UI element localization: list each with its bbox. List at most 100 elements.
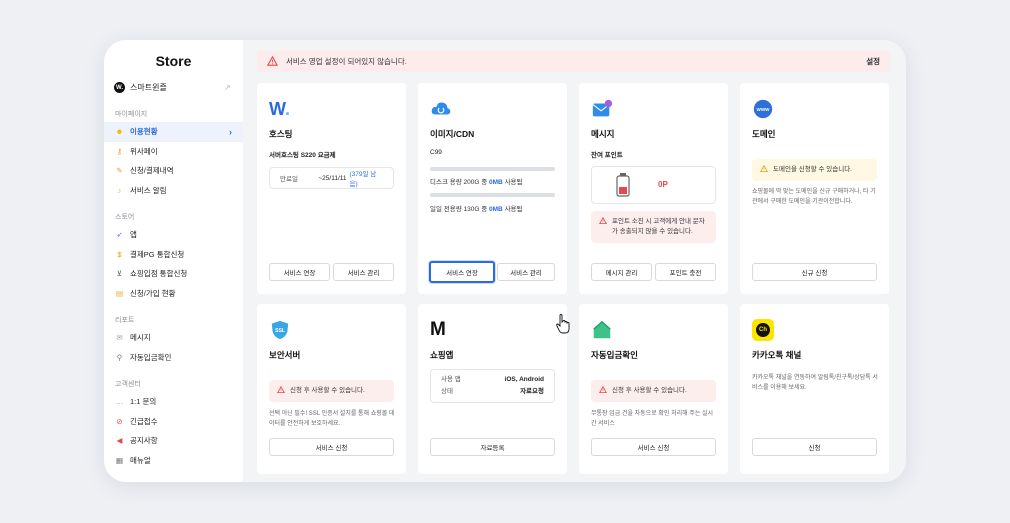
sidebar-item-urgent[interactable]: ⊘ 긴급접수 — [104, 412, 243, 432]
note-icon: ✎ — [116, 166, 123, 176]
disk-suffix: 사용됨 — [504, 179, 523, 186]
deposit-warning: 신청 후 사용할 수 있습니다. — [591, 380, 716, 402]
sidebar-item-label: 서비스 알림 — [130, 185, 167, 195]
charge-points-button[interactable]: 포인트 충전 — [655, 263, 716, 281]
apply-service-button[interactable]: 서비스 신청 — [269, 438, 394, 456]
envelope-icon: ✉ — [116, 333, 123, 343]
notice-text: 도메인을 신청할 수 있습니다. — [773, 166, 852, 173]
traffic-prefix: 일일 전용량 130G 중 — [430, 206, 488, 213]
traffic-suffix: 사용됨 — [504, 206, 523, 213]
house-icon — [593, 320, 611, 339]
warning-icon — [599, 217, 607, 225]
row-value: 자료요청 — [520, 388, 544, 395]
points-value: 0P — [658, 180, 668, 189]
card-title: 메시지 — [591, 129, 615, 139]
apply-button[interactable]: 신청 — [752, 438, 877, 456]
prohibited-icon: ⊘ — [116, 416, 123, 426]
disk-prefix: 디스크 용량 200G 중 — [430, 179, 488, 186]
points-warning: 포인트 소진 시 고객에게 안내 문자가 송출되지 않을 수 있습니다. — [591, 211, 716, 243]
sidebar-item-label: 신청/결제내역 — [130, 166, 174, 176]
traffic-usage-text: 일일 전용량 130G 중 0MB 사용됨 — [430, 203, 523, 213]
card-title: 자동입금확인 — [591, 350, 638, 360]
deposit-description: 무통장 입금 건을 자동으로 확인 처리해 주는 실시간 서비스 — [591, 411, 714, 427]
extend-service-button[interactable]: 서비스 연장 — [269, 263, 330, 281]
moneybag-icon: $ — [117, 249, 122, 259]
points-box: 0P — [591, 166, 716, 204]
sidebar-item-shopping[interactable]: ⊻ 쇼핑입점 통합신청 — [104, 264, 243, 284]
sidebar-item-manual[interactable]: ▦ 매뉴얼 — [104, 451, 243, 471]
card-ssl: SSL 보안서버 신청 후 사용할 수 있습니다. 선택 아닌 필수! SSL … — [257, 304, 406, 474]
manage-service-button[interactable]: 서비스 관리 — [333, 263, 394, 281]
card-title: 카카오톡 채널 — [752, 350, 802, 360]
card-hosting: W. 호스팅 서버호스팅 S220 요금제 만료일 ~25/11/11 (379… — [257, 83, 406, 294]
ssl-description: 선택 아닌 필수! SSL 인증서 설치를 통해 쇼핑몰 데이터를 안전하게 보… — [269, 411, 395, 427]
warning-icon — [267, 55, 278, 66]
magnifier-icon: ⚲ — [116, 352, 123, 362]
kakao-channel-icon: Ch — [752, 319, 774, 341]
sidebar-item-usage[interactable]: ☻ 이용현황 › — [104, 122, 243, 142]
sidebar-item-inquiry[interactable]: … 1:1 문의 — [104, 392, 243, 412]
sidebar-item-label: 자동입금확인 — [130, 352, 172, 362]
manage-service-button[interactable]: 서비스 관리 — [497, 263, 555, 281]
apply-service-button[interactable]: 서비스 신청 — [591, 438, 716, 456]
new-domain-button[interactable]: 신규 신청 — [752, 263, 877, 281]
sidebar-item-deposit[interactable]: ⚲ 자동입금확인 — [104, 348, 243, 368]
sidebar-item-label: 1:1 문의 — [130, 397, 157, 407]
register-data-button[interactable]: 자료등록 — [430, 438, 555, 456]
sidebar-item-message[interactable]: ✉ 메시지 — [104, 328, 243, 348]
card-domain: WWW 도메인 도메인을 신청할 수 있습니다. 쇼핑몰에 딱 맞는 도메인을 … — [740, 83, 889, 294]
book-icon: ▦ — [115, 455, 124, 465]
sidebar-item-label: 공지사항 — [130, 436, 158, 446]
sidebar-item-notifications[interactable]: ♪ 서비스 알림 — [104, 181, 243, 201]
rocket-icon: ➶ — [116, 230, 123, 240]
cart-icon: ⊻ — [116, 269, 123, 279]
expiry-box: 만료일 ~25/11/11 (379일 남음) — [269, 167, 394, 189]
warning-text: 신청 후 사용할 수 있습니다. — [612, 387, 687, 394]
alert-settings-link[interactable]: 설정 — [866, 56, 880, 67]
w-brand-icon: W. — [269, 99, 291, 119]
alert-text: 서비스 영업 설정이 되어있지 않습니다. — [286, 56, 407, 66]
sidebar-item-wisapay[interactable]: ⚷ 위사페이 — [104, 142, 243, 162]
row-label: 사용 앱 — [441, 376, 461, 383]
shield-icon: SSL — [271, 320, 289, 340]
section-title-report: 리포트 — [115, 317, 135, 324]
m-brand-icon: M — [430, 319, 446, 340]
cloud-icon — [431, 102, 451, 115]
card-title: 도메인 — [752, 129, 776, 139]
sidebar-item-app[interactable]: ➶ 앱 — [104, 225, 243, 245]
hand-cursor-icon — [556, 314, 570, 334]
store-name: 스마트윈즐 — [130, 83, 167, 92]
svg-text:WWW: WWW — [757, 107, 771, 112]
sidebar-item-status[interactable]: ▤ 신청/가입 현황 — [104, 284, 243, 304]
sidebar-item-notice[interactable]: ◀ 공지사항 — [104, 431, 243, 451]
battery-icon — [616, 173, 630, 197]
sidebar-item-billing[interactable]: ✎ 신청/결제내역 — [104, 161, 243, 181]
disk-used: 0MB — [489, 179, 503, 186]
card-message: 메시지 잔여 포인트 0P 포인트 소진 시 고객에게 안내 문자가 송출되지 … — [579, 83, 728, 294]
chat-icon: … — [115, 397, 124, 407]
chevron-right-icon: › — [229, 126, 232, 137]
smile-icon: ☻ — [115, 127, 124, 137]
sidebar-item-pg[interactable]: $ 결제PG 통합신청 — [104, 245, 243, 265]
sidebar-item-label: 메시지 — [130, 333, 151, 343]
ssl-warning: 신청 후 사용할 수 있습니다. — [269, 380, 394, 402]
remaining-points-label: 잔여 포인트 — [591, 152, 623, 159]
external-link-icon[interactable]: ↗ — [224, 83, 231, 92]
warning-icon — [760, 165, 768, 173]
warning-text: 포인트 소진 시 고객에게 안내 문자가 송출되지 않을 수 있습니다. — [612, 218, 705, 235]
manage-message-button[interactable]: 메시지 관리 — [591, 263, 652, 281]
disk-usage-text: 디스크 용량 200G 중 0MB 사용됨 — [430, 176, 523, 186]
domain-notice: 도메인을 신청할 수 있습니다. — [752, 159, 877, 181]
store-logo[interactable]: Store — [104, 40, 243, 76]
kakao-icon-label: Ch — [756, 323, 770, 337]
disk-usage-bar — [430, 167, 555, 171]
app-window: Store W. 스마트윈즐 ↗ 마이페이지 ☻ 이용현황 › ⚷ 위사페이 ✎… — [104, 40, 906, 482]
sidebar-item-label: 신청/가입 현황 — [130, 288, 176, 298]
traffic-used: 0MB — [489, 206, 503, 213]
extend-service-button[interactable]: 서비스 연장 — [429, 261, 495, 283]
card-image-cdn: 이미지/CDN C99 디스크 용량 200G 중 0MB 사용됨 일일 전용량… — [418, 83, 567, 294]
app-row-status: 상태 자료요청 — [441, 386, 544, 398]
store-selector[interactable]: W. 스마트윈즐 ↗ — [104, 78, 243, 97]
sidebar-item-label: 이용현황 — [130, 127, 158, 137]
section-title-support: 고객센터 — [115, 381, 141, 388]
